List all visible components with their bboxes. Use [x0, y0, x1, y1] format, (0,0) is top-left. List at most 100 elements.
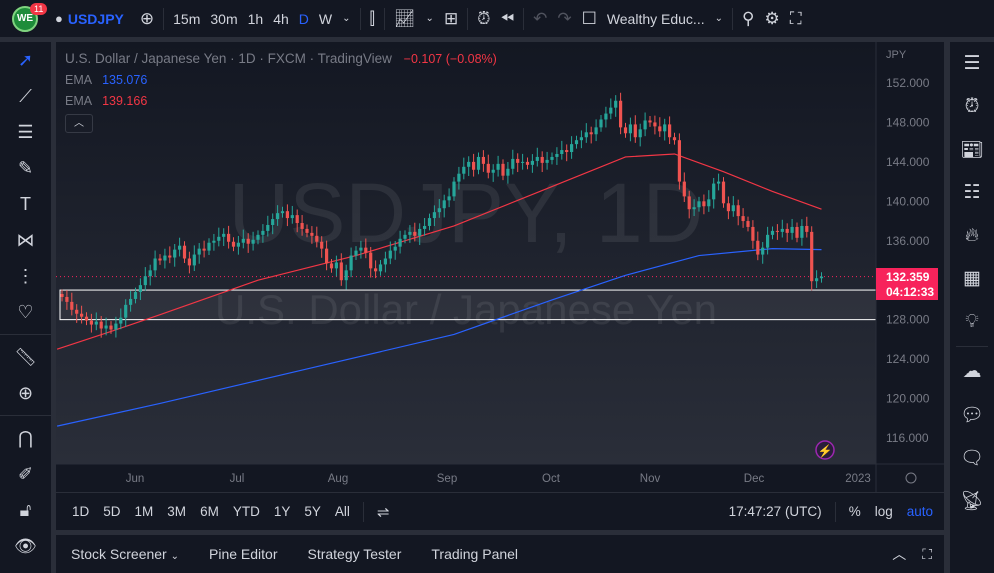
interval-30m[interactable]: 30m: [205, 0, 242, 37]
symbol-search[interactable]: ● USDJPY: [50, 0, 129, 37]
chart-pane[interactable]: USDJPY, 1D U.S. Dollar / Japanese Yen 15…: [56, 42, 944, 492]
templates-icon[interactable]: ⊞: [439, 0, 463, 37]
range-6m[interactable]: 6M: [193, 504, 226, 519]
candle-body: [256, 234, 260, 240]
interval-15m[interactable]: 15m: [168, 0, 205, 37]
percent-toggle[interactable]: %: [842, 504, 868, 519]
tab-trading-panel[interactable]: Trading Panel: [416, 546, 533, 562]
chevron-up-icon[interactable]: ︿: [884, 544, 914, 564]
news-icon[interactable]: 📰︎: [950, 128, 994, 171]
range-1d[interactable]: 1D: [65, 504, 96, 519]
interval-1h[interactable]: 1h: [243, 0, 269, 37]
candle-body: [452, 181, 456, 197]
range-1y[interactable]: 1Y: [267, 504, 298, 519]
candles-icon[interactable]: ⫿: [365, 0, 380, 37]
interval-dropdown-icon[interactable]: ⌄: [337, 0, 355, 37]
range-1m[interactable]: 1M: [128, 504, 161, 519]
messages-icon[interactable]: 🗨︎: [950, 436, 994, 479]
candle-body: [717, 181, 721, 184]
range-5d[interactable]: 5D: [96, 504, 127, 519]
interval-w[interactable]: W: [314, 0, 337, 37]
price-tick: 144.000: [886, 155, 930, 169]
streams-icon[interactable]: 📡︎: [950, 479, 994, 522]
alert-icon[interactable]: ⏰︎: [472, 0, 495, 37]
fullscreen-icon[interactable]: ⛶: [785, 0, 807, 37]
redo-icon[interactable]: ↷: [552, 0, 576, 37]
maximize-icon[interactable]: ⛶: [914, 546, 944, 563]
interval-d[interactable]: D: [294, 0, 314, 37]
watchlist-icon[interactable]: ☰: [950, 42, 994, 85]
layout-dropdown-icon[interactable]: ⌄: [710, 0, 728, 37]
ideas-lightbulb-icon[interactable]: 💡︎: [950, 300, 994, 343]
range-all[interactable]: All: [328, 504, 357, 519]
tab-stock-screener[interactable]: Stock Screener ⌄: [56, 546, 194, 562]
user-avatar[interactable]: WE 11: [0, 0, 50, 37]
zoom-in-icon[interactable]: ⊕: [0, 375, 51, 411]
ema1-label[interactable]: EMA: [65, 73, 92, 87]
gear-icon[interactable]: ⚙: [759, 0, 784, 37]
layout-name[interactable]: Wealthy Educ...: [602, 0, 710, 37]
search-icon[interactable]: ⚲: [737, 0, 759, 37]
candle-body: [192, 254, 196, 266]
indicators-dropdown-icon[interactable]: ⌄: [421, 0, 439, 37]
axis-settings-icon[interactable]: [905, 472, 917, 484]
ruler-icon[interactable]: 📏︎: [0, 339, 51, 375]
add-list-icon[interactable]: ☷: [950, 171, 994, 214]
candle-body: [197, 248, 201, 255]
ema2-label[interactable]: EMA: [65, 94, 92, 108]
candle-body: [70, 301, 74, 310]
legend-title[interactable]: U.S. Dollar / Japanese Yen · 1D · FXCM ·…: [65, 51, 392, 66]
hotlist-fire-icon[interactable]: 🔥︎: [950, 214, 994, 257]
candle-body: [481, 156, 485, 164]
candle-body: [89, 320, 93, 325]
alarm-clock-icon[interactable]: ⏰︎: [950, 85, 994, 128]
cursor-icon[interactable]: ➚: [0, 42, 51, 78]
range-5y[interactable]: 5Y: [297, 504, 328, 519]
range-3m[interactable]: 3M: [160, 504, 193, 519]
fib-icon[interactable]: ☰: [0, 114, 51, 150]
candle-body: [182, 245, 187, 259]
utc-clock[interactable]: 17:47:27 (UTC): [722, 504, 829, 519]
prediction-icon[interactable]: ⋮: [0, 258, 51, 294]
lock-drawing-icon[interactable]: ✐: [0, 456, 51, 492]
time-tick: Jun: [126, 473, 145, 485]
candle-body: [65, 296, 69, 302]
indicators-icon[interactable]: 📈︎: [389, 0, 421, 37]
candle-body: [222, 233, 226, 237]
candle-body: [751, 226, 755, 241]
date-range-icon[interactable]: ⇌: [370, 503, 397, 521]
layout-icon[interactable]: ☐: [577, 0, 602, 37]
compare-add-icon[interactable]: ⊕: [135, 0, 159, 37]
tab-strategy-tester[interactable]: Strategy Tester: [292, 546, 416, 562]
collapse-legend-button[interactable]: ︿: [65, 114, 93, 133]
magnet-icon[interactable]: ⋂: [0, 420, 51, 456]
pattern-icon[interactable]: ⋈: [0, 222, 51, 258]
candle-body: [521, 161, 525, 163]
chats-icon[interactable]: 💬︎: [950, 393, 994, 436]
tab-pine-editor[interactable]: Pine Editor: [194, 546, 292, 562]
log-toggle[interactable]: log: [868, 504, 900, 519]
brush-icon[interactable]: ✎: [0, 150, 51, 186]
candle-body: [423, 225, 427, 229]
range-ytd[interactable]: YTD: [226, 504, 267, 519]
lightning-icon[interactable]: ⚡: [815, 440, 835, 460]
eye-icon[interactable]: 👁︎: [0, 528, 51, 564]
candle-body: [570, 144, 574, 153]
candle-body: [545, 159, 549, 163]
auto-toggle[interactable]: auto: [900, 504, 940, 519]
currency-selector[interactable]: JPY: [886, 49, 907, 61]
calendar-icon[interactable]: ▦: [950, 257, 994, 300]
minds-icon[interactable]: ☁: [950, 350, 994, 393]
text-icon[interactable]: T: [0, 186, 51, 222]
lock-icon[interactable]: 🔓︎: [0, 492, 51, 528]
trend-line-icon[interactable]: ⟋: [0, 78, 51, 114]
replay-icon[interactable]: ⏪︎: [495, 0, 519, 37]
candle-body: [619, 100, 623, 128]
interval-4h[interactable]: 4h: [268, 0, 294, 37]
heart-icon[interactable]: ♡: [0, 294, 51, 330]
price-tick: 120.000: [886, 392, 930, 406]
candle-body: [584, 132, 588, 138]
undo-icon[interactable]: ↶: [528, 0, 552, 37]
candle-body: [432, 212, 436, 219]
time-tick: Oct: [542, 473, 561, 485]
